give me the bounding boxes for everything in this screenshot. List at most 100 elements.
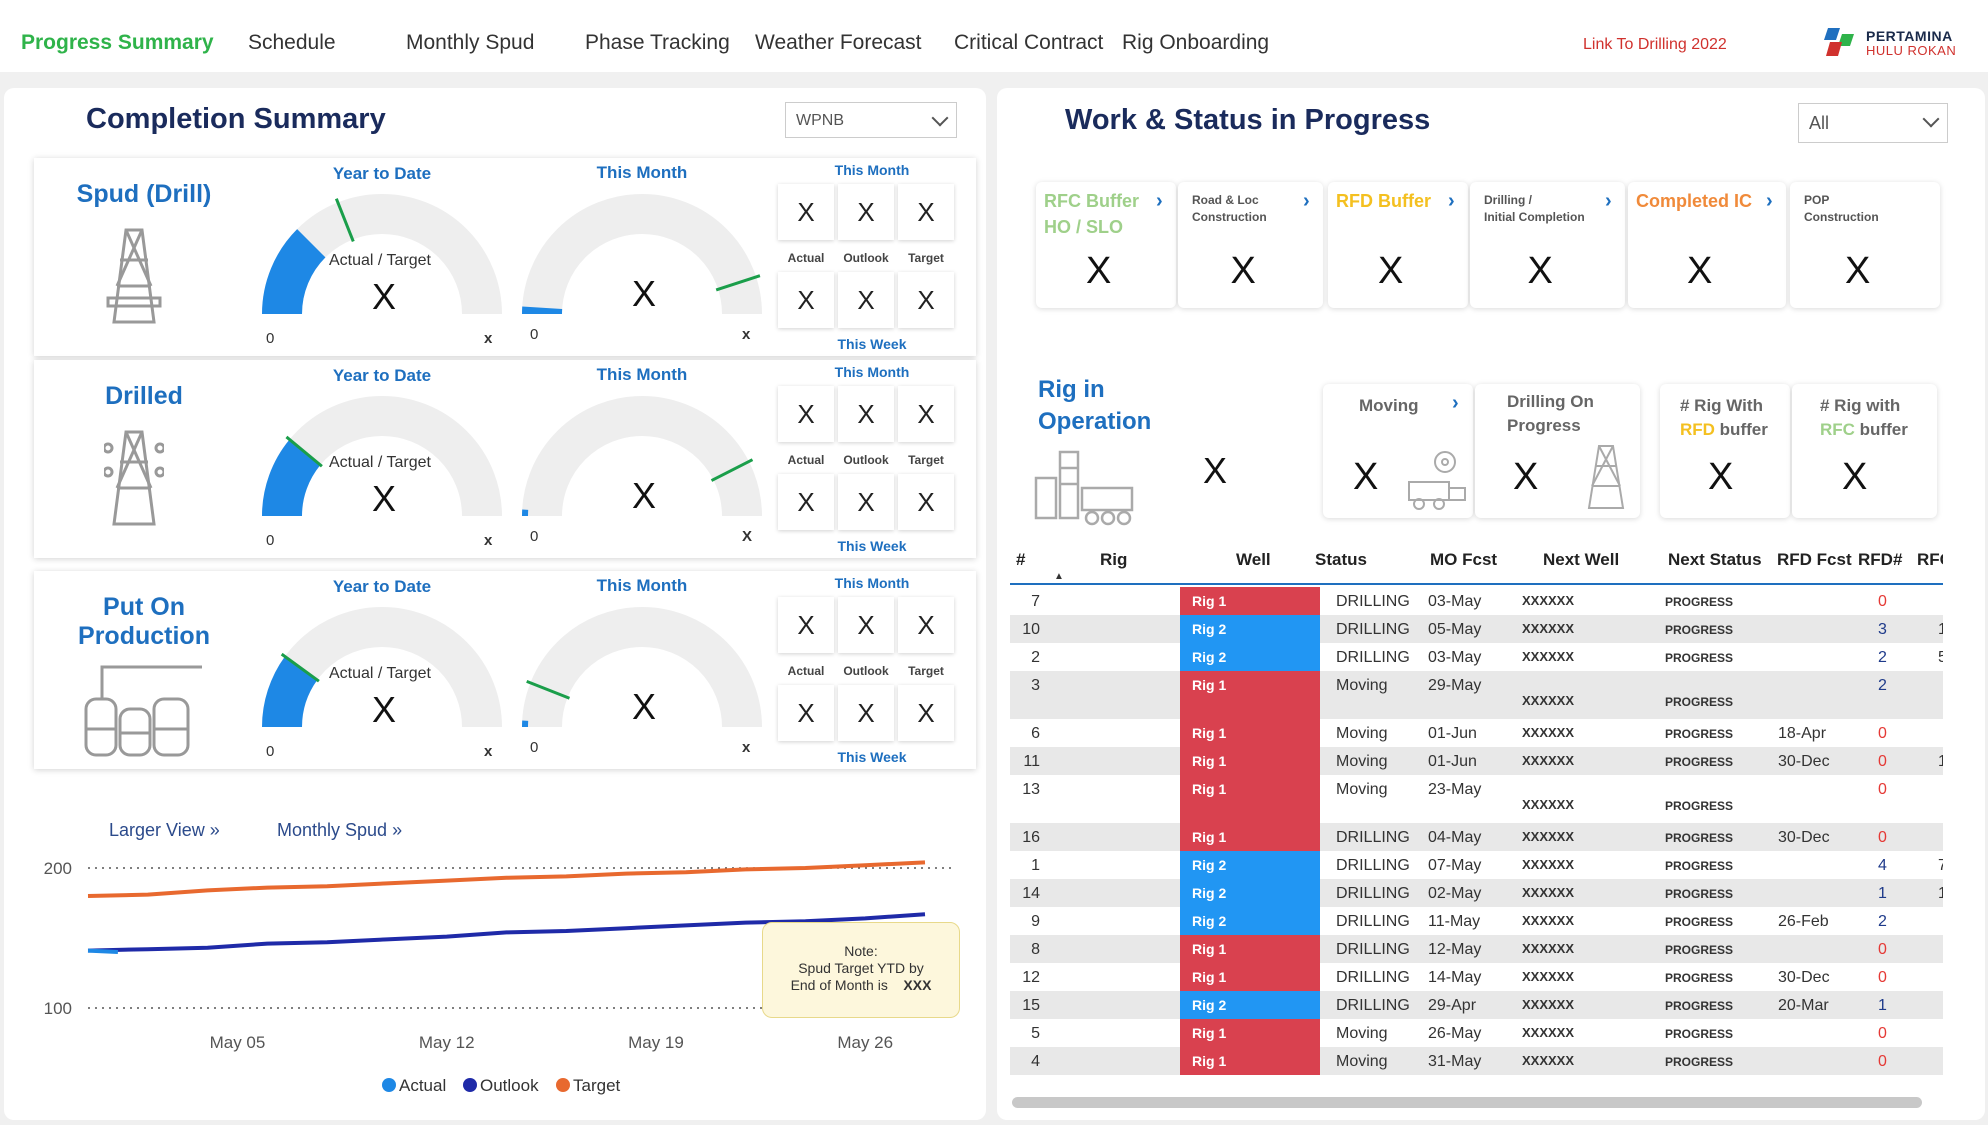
rig-cell: Rig 1: [1180, 935, 1320, 963]
column-header[interactable]: RFC: [1917, 550, 1943, 570]
tab-schedule[interactable]: Schedule: [248, 31, 336, 55]
stage-value: X: [1687, 250, 1713, 292]
table-row[interactable]: 3XXXXXXMoving29-MayXXXXXXPROGRESSRig 12: [1010, 671, 1943, 719]
link-to-drilling-2022[interactable]: Link To Drilling 2022: [1583, 36, 1727, 54]
tab-weather-forecast[interactable]: Weather Forecast: [755, 31, 922, 55]
rfc-cell: 1: [1938, 621, 1943, 638]
row-number: 5: [1031, 1025, 1040, 1042]
column-header[interactable]: Well: [1236, 550, 1271, 570]
stage-card[interactable]: POP Construction X: [1790, 182, 1940, 308]
mini-this-week-head: This Week: [837, 336, 907, 352]
ytd-min-value: 0: [266, 330, 275, 347]
table-row[interactable]: 11XXXXXXMoving01-JunXXXXXXPROGRESS30-Dec…: [1010, 747, 1943, 775]
moving-card[interactable]: Moving X: [1323, 384, 1473, 518]
drilling-rig-icon: [106, 228, 162, 324]
next-status-cell: PROGRESS: [1665, 915, 1734, 929]
row-number: 10: [1022, 621, 1040, 638]
status-cell: Moving: [1336, 753, 1388, 770]
table-row[interactable]: 12XXXXXXDRILLING14-MayXXXXXXPROGRESS30-D…: [1010, 963, 1943, 991]
stage-card[interactable]: Completed IC X: [1628, 182, 1786, 308]
tab-progress-summary[interactable]: Progress Summary: [21, 31, 214, 55]
y-tick-label: 100: [44, 999, 72, 1018]
rfd-number-cell: 1: [1878, 885, 1887, 902]
status-cell: DRILLING: [1336, 941, 1410, 958]
week-stat-box: X: [778, 685, 834, 741]
rfd-fcst-cell: 30-Dec: [1778, 829, 1830, 846]
table-row[interactable]: 14XXXXXXDRILLING02-MayXXXXXXPROGRESS1Rig…: [1010, 879, 1943, 907]
next-status-cell: PROGRESS: [1665, 971, 1734, 985]
next-well-cell: XXXXXX: [1522, 941, 1575, 956]
stage-card[interactable]: Road & Loc Construction X: [1178, 182, 1323, 308]
legend-target: Target: [556, 1076, 620, 1096]
rig-cell: Rig 1: [1180, 671, 1320, 719]
column-header[interactable]: Rig: [1100, 550, 1127, 570]
ytd-value: X: [372, 478, 397, 519]
larger-view-link[interactable]: Larger View »: [109, 820, 220, 841]
table-row[interactable]: 13XXXXXXMoving23-MayXXXXXXPROGRESSRig 10: [1010, 775, 1943, 823]
rig-cell: Rig 1: [1180, 1019, 1320, 1047]
tab-phase-tracking[interactable]: Phase Tracking: [585, 31, 730, 55]
row-number: 12: [1022, 969, 1040, 986]
rig-with-rfd-buffer-card[interactable]: # Rig With RFD buffer X: [1660, 384, 1790, 518]
rfd-number-cell: 2: [1878, 913, 1887, 930]
table-row[interactable]: 8XXXXXXDRILLING12-MayXXXXXXPROGRESSRig 1…: [1010, 935, 1943, 963]
table-row[interactable]: 4XXXXXXMoving31-MayXXXXXXPROGRESSRig 10: [1010, 1047, 1943, 1075]
column-header[interactable]: #: [1016, 550, 1025, 570]
chevron-down-icon: [1922, 110, 1940, 128]
table-row[interactable]: 2XXXXXXDRILLING03-MayXXXXXXPROGRESS5Rig …: [1010, 643, 1943, 671]
rig-cell: Rig 1: [1180, 747, 1320, 775]
area-filter-dropdown[interactable]: WPNB: [785, 102, 957, 138]
column-header[interactable]: MO Fcst: [1430, 550, 1497, 570]
ytd-title: Year to Date: [332, 577, 432, 596]
mo-fcst-cell: 23-May: [1428, 781, 1482, 798]
week-stat-box: X: [898, 685, 954, 741]
rig-with-rfc-buffer-card[interactable]: # Rig with RFC buffer X: [1792, 384, 1937, 518]
rfc-cell: 1: [1938, 885, 1943, 902]
x-tick-label: May 12: [419, 1033, 475, 1052]
tab-rig-onboarding[interactable]: Rig Onboarding: [1122, 31, 1269, 55]
table-row[interactable]: 15XXXXXXDRILLING29-AprXXXXXXPROGRESS20-M…: [1010, 991, 1943, 1019]
monthly-spud-link[interactable]: Monthly Spud »: [277, 820, 402, 841]
table-row[interactable]: 5XXXXXXMoving26-MayXXXXXXPROGRESSRig 10: [1010, 1019, 1943, 1047]
gauge-actual-target-label: Actual / Target: [329, 252, 431, 269]
row-number: 11: [1023, 753, 1040, 770]
column-header[interactable]: Status: [1315, 550, 1367, 570]
work-filter-dropdown[interactable]: All: [1798, 103, 1948, 143]
next-status-cell: PROGRESS: [1665, 887, 1734, 901]
table-row[interactable]: 6XXXXXXMoving01-JunXXXXXXPROGRESS18-AprR…: [1010, 719, 1943, 747]
row-number: 6: [1031, 725, 1040, 742]
table-row[interactable]: 16XXXXXXDRILLING04-MayXXXXXXPROGRESS30-D…: [1010, 823, 1943, 851]
table-horizontal-scrollbar[interactable]: [1012, 1097, 1922, 1108]
stage-card[interactable]: RFD Buffer X: [1328, 182, 1468, 308]
next-well-cell: XXXXXX: [1522, 997, 1575, 1012]
mo-fcst-cell: 03-May: [1428, 649, 1482, 666]
status-cell: DRILLING: [1336, 621, 1410, 638]
chevron-right-icon: ›: [1452, 392, 1459, 414]
status-cell: DRILLING: [1336, 593, 1410, 610]
chevron-right-icon: ›: [1766, 190, 1773, 212]
table-row[interactable]: 1XXXXXXDRILLING07-MayXXXXXXPROGRESS7Rig …: [1010, 851, 1943, 879]
column-header[interactable]: Next Status: [1668, 550, 1762, 570]
kpi-name-line-2: Production: [78, 622, 210, 650]
stage-card[interactable]: Drilling / Initial Completion X: [1470, 182, 1625, 308]
column-header[interactable]: RFD#: [1858, 550, 1902, 570]
sort-ascending-icon[interactable]: ▲: [1054, 571, 1064, 582]
table-row[interactable]: 7XXXXXXDRILLING03-MayXXXXXXPROGRESSRig 1…: [1010, 587, 1943, 615]
status-cell: Moving: [1336, 725, 1388, 742]
tab-monthly-spud[interactable]: Monthly Spud: [406, 31, 534, 55]
mini-stat-label: Actual: [787, 664, 825, 678]
tab-critical-contract[interactable]: Critical Contract: [954, 31, 1103, 55]
stage-label: RFC Buffer HO / SLO: [1044, 188, 1139, 240]
column-header[interactable]: RFD Fcst: [1777, 550, 1852, 570]
table-row[interactable]: 9XXXXXXDRILLING11-MayXXXXXXPROGRESS26-Fe…: [1010, 907, 1943, 935]
column-header[interactable]: Next Well: [1543, 550, 1619, 570]
stage-label: Completed IC: [1636, 188, 1752, 214]
stage-card[interactable]: RFC Buffer HO / SLO X: [1036, 182, 1176, 308]
month-min-value: 0: [530, 739, 539, 756]
rig-cell: Rig 1: [1180, 719, 1320, 747]
rfd-number-cell: 0: [1878, 781, 1887, 798]
table-row[interactable]: 10XXXXXXDRILLING05-MayXXXXXXPROGRESS1Rig…: [1010, 615, 1943, 643]
drilling-on-progress-card[interactable]: Drilling On Progress X: [1475, 384, 1640, 518]
mo-fcst-cell: 05-May: [1428, 621, 1482, 638]
mo-fcst-cell: 29-May: [1428, 677, 1482, 694]
